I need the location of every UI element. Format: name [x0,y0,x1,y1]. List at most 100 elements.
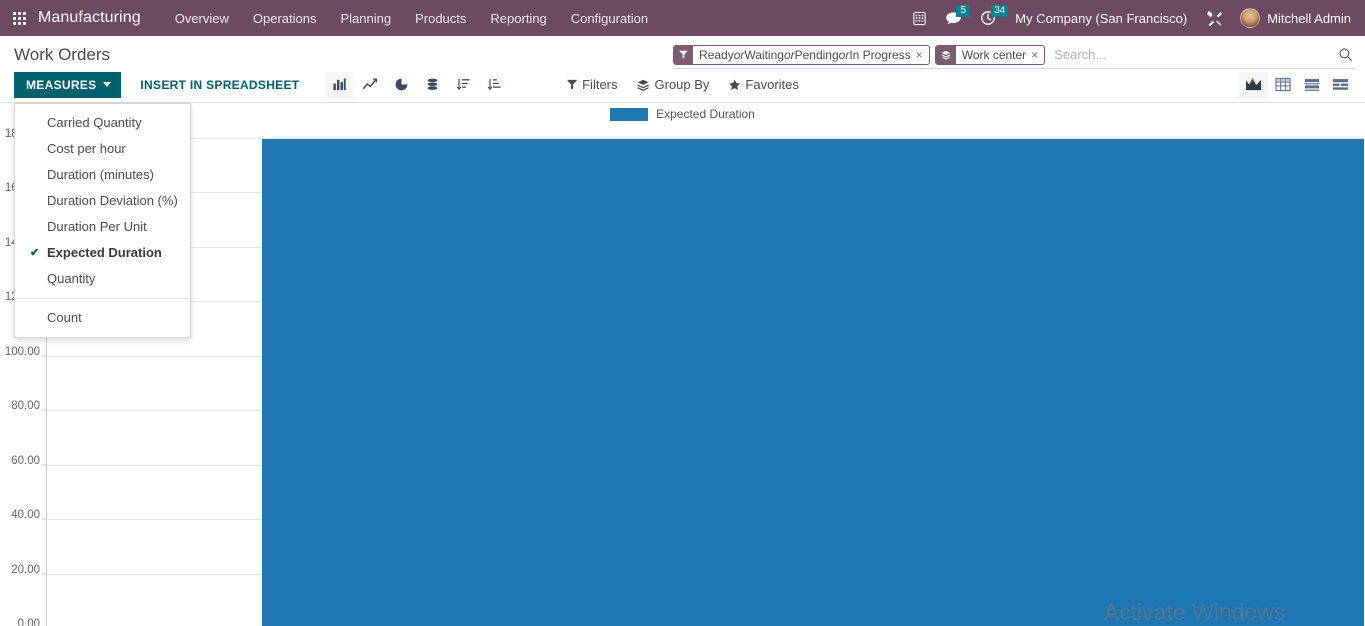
filter-icon [674,45,693,64]
y-tick-label: 40.00 [11,509,40,522]
control-panel: Work Orders Ready or Waiting or Pending … [0,36,1365,338]
main-menu: Overview Operations Planning Products Re… [163,0,660,36]
favorites-label: Favorites [745,77,799,92]
remove-facet-groupby-icon[interactable]: × [1031,46,1044,64]
line-chart-button[interactable] [356,72,384,98]
user-name: Mitchell Admin [1267,10,1351,26]
messages-button[interactable]: 5 [936,0,971,36]
y-tick-mark [42,518,47,520]
pivot-view-button[interactable] [1268,72,1297,98]
dropdown-divider [15,298,190,299]
avatar [1240,8,1261,28]
chart-plot-area: 0.0020.0040.0060.0080.00100.00120.00140.… [5,128,1364,626]
company-switcher[interactable]: My Company (San Francisco) [1005,11,1197,26]
stacked-button[interactable] [418,72,446,98]
measure-item-count[interactable]: Count [15,305,190,331]
pivot-view-icon [1274,77,1291,92]
bar-chart-button[interactable] [325,71,354,98]
dialpad-button[interactable] [903,0,936,36]
chart-type-buttons [325,71,511,98]
graph-renderer: Expected Duration 0.00 20.00 40.00 60.00 80.… [0,103,1365,626]
sort-ascending-button[interactable] [480,72,508,98]
remove-facet-status-icon[interactable]: × [916,46,929,64]
list-view-button[interactable] [1297,72,1326,98]
chevron-down-icon [103,82,112,87]
search-facet-status-label: Ready or Waiting or Pending or In Progre… [699,47,911,62]
pie-chart-icon [395,78,408,91]
legend-label-expected-duration: Expected Duration [656,107,755,121]
sort-ascending-icon [487,78,501,91]
y-tick-label: 100.00 [4,345,40,358]
filters-label: Filters [582,77,618,92]
groupby-label: Group By [654,77,710,92]
developer-tools-button[interactable] [1197,0,1232,36]
user-menu[interactable]: Mitchell Admin [1232,8,1357,28]
groupby-layers-icon [935,45,956,64]
favorites-dropdown[interactable]: Favorites [728,77,799,92]
graph-view-content: Expected Duration 0.00 20.00 40.00 60.00 80.… [0,103,1365,626]
y-tick-label: 60.00 [11,454,40,467]
measure-item-quantity[interactable]: Quantity [15,266,190,292]
measure-item-carried-quantity[interactable]: Carried Quantity [15,110,190,136]
measures-button[interactable]: MEASURES [14,71,122,98]
pie-chart-button[interactable] [387,72,415,98]
chart-bar[interactable] [261,139,1364,626]
search-facet-status[interactable]: Ready or Waiting or Pending or In Progre… [673,44,930,65]
bar-chart-icon [333,78,346,91]
navbar-right-group: 5 34 My Company (San Francisco) Mitchell… [903,0,1365,36]
app-brand-name[interactable]: Manufacturing [38,9,163,27]
measure-item-duration-deviation[interactable]: Duration Deviation (%) [15,188,190,214]
y-tick-mark [42,409,47,411]
graph-view-button[interactable] [1239,71,1268,98]
y-tick-label: 0.00 [17,618,40,626]
y-tick-label: 20.00 [11,563,40,576]
kanban-view-button[interactable] [1326,72,1355,98]
search-input[interactable] [1050,47,1330,62]
kanban-view-icon [1333,79,1348,90]
filters-dropdown[interactable]: Filters [566,77,618,92]
star-icon [728,79,740,90]
activities-button[interactable]: 34 [971,0,1009,36]
groupby-layers-icon [637,79,649,91]
measure-item-duration-minutes[interactable]: Duration (minutes) [15,162,190,188]
control-panel-top-row: Work Orders Ready or Waiting or Pending … [0,36,1365,69]
groupby-dropdown[interactable]: Group By [637,77,710,92]
menu-item-products[interactable]: Products [403,0,478,36]
messages-badge: 5 [956,5,971,17]
apps-menu-button[interactable] [0,11,38,25]
graph-view-icon [1246,77,1261,91]
search-dropdowns: Filters Group By Favorites [566,77,799,92]
activities-badge: 34 [991,5,1009,17]
legend-swatch-expected-duration[interactable] [610,107,649,121]
menu-item-configuration[interactable]: Configuration [559,0,660,36]
chart-legend: Expected Duration [0,107,1365,121]
dialpad-icon [913,11,926,25]
y-tick-mark [42,355,47,357]
search-view: Ready or Waiting or Pending or In Progre… [673,44,1355,69]
measure-item-expected-duration[interactable]: Expected Duration [15,240,190,266]
search-facet-groupby-label: Work center [961,47,1027,62]
list-view-icon [1304,79,1319,91]
measure-item-duration-per-unit[interactable]: Duration Per Unit [15,214,190,240]
insert-in-spreadsheet-button[interactable]: INSERT IN SPREADSHEET [130,72,309,98]
sort-descending-button[interactable] [449,72,477,98]
menu-item-overview[interactable]: Overview [163,0,241,36]
measures-button-label: MEASURES [26,77,97,92]
view-switcher [1239,71,1355,98]
measures-dropdown-menu: Carried Quantity Cost per hour Duration … [14,103,191,338]
menu-item-planning[interactable]: Planning [328,0,403,36]
search-icon[interactable] [1330,47,1355,62]
y-tick-label: 80.00 [11,400,40,413]
y-tick-mark [42,464,47,466]
y-tick-mark [42,573,47,575]
menu-item-operations[interactable]: Operations [241,0,329,36]
control-panel-bottom-row: MEASURES INSERT IN SPREADSHEET Filters G… [0,68,1365,338]
filter-icon [566,79,577,90]
top-navbar: Manufacturing Overview Operations Planni… [0,0,1365,36]
line-chart-icon [363,78,378,90]
measure-item-cost-per-hour[interactable]: Cost per hour [15,136,190,162]
menu-item-reporting[interactable]: Reporting [478,0,558,36]
stacked-icon [427,78,438,90]
search-facet-groupby[interactable]: Work center × [934,44,1046,65]
sort-descending-icon [456,78,470,91]
